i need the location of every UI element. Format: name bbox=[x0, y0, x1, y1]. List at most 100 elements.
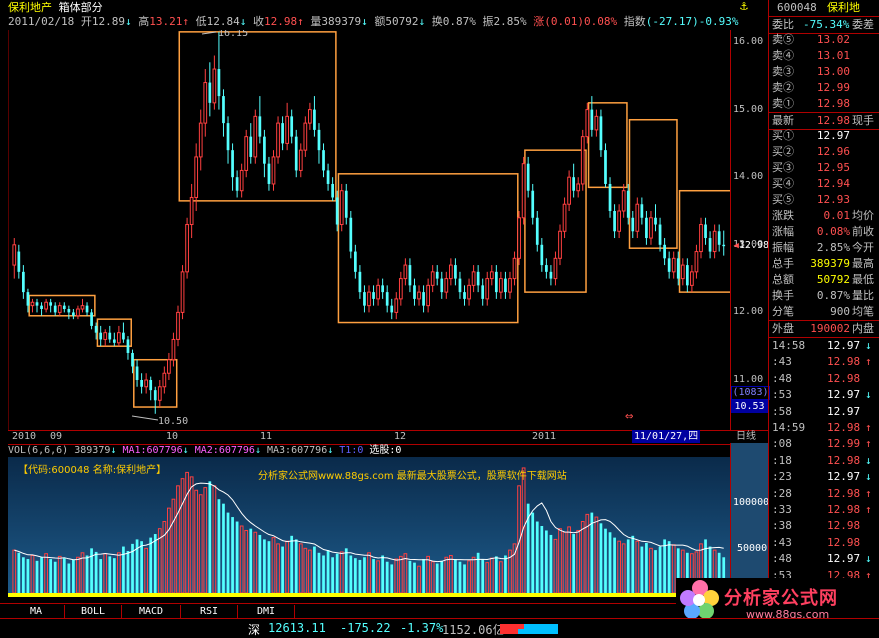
candle-body bbox=[699, 224, 703, 253]
stat-row-label: 换手 bbox=[772, 289, 794, 302]
volume-bar bbox=[22, 557, 25, 593]
ratio-value: -75.34% bbox=[803, 18, 850, 31]
candle-body bbox=[62, 305, 66, 310]
candle-body bbox=[676, 258, 680, 279]
stat-row-label: 涨跌 bbox=[772, 209, 794, 222]
candle-body bbox=[99, 332, 103, 340]
ask-row: 卖③ 13.00 bbox=[769, 64, 879, 80]
candle-body bbox=[303, 122, 308, 151]
candle-body bbox=[617, 210, 621, 232]
candle-body bbox=[239, 169, 244, 192]
price-tick: 12.00 bbox=[733, 306, 764, 318]
candle-body bbox=[171, 338, 176, 361]
period-label[interactable]: 日线 bbox=[736, 431, 756, 443]
candle-body bbox=[258, 116, 262, 137]
bid-row-label: 买⑤ bbox=[772, 193, 794, 206]
volume-chart[interactable]: 【代码:600048 名称:保利地产】 分析家公式网www.88gs.com 最… bbox=[8, 443, 730, 597]
candle-body bbox=[654, 217, 657, 225]
volume-bar bbox=[331, 557, 334, 593]
market-label[interactable]: 深 bbox=[248, 621, 260, 638]
price-tick: 15.00 bbox=[733, 103, 764, 115]
stat-row-label: 涨幅 bbox=[772, 225, 794, 238]
candle-body bbox=[317, 129, 321, 151]
candle-body bbox=[621, 190, 626, 212]
stat-row-value: 50792 bbox=[816, 273, 850, 286]
candle-body bbox=[526, 163, 530, 191]
volume-bar bbox=[549, 534, 553, 593]
stat-row: 涨幅 0.08% 前收 bbox=[769, 224, 879, 240]
chart-header: 保利地产 箱体部分 2011/02/18 开12.89↓ 高13.21↑ 低12… bbox=[8, 0, 738, 30]
panel-name: 保利地 bbox=[827, 1, 860, 14]
stat-row-value: 0.01 bbox=[823, 209, 851, 222]
tab-macd[interactable]: MACD bbox=[122, 605, 181, 618]
bid-row: 买① 12.97 bbox=[769, 128, 879, 144]
tick-row: :08 12.99 ↑ bbox=[769, 436, 879, 452]
volume-bar bbox=[372, 559, 375, 593]
scroll-arrows-icon[interactable]: ⇔ bbox=[625, 408, 633, 424]
candle-body bbox=[94, 325, 98, 333]
anchor-icon[interactable]: ⚓ bbox=[736, 0, 752, 14]
volume-bar bbox=[658, 546, 662, 593]
tick-time: :43 bbox=[772, 355, 792, 369]
candle-body bbox=[40, 305, 43, 310]
tab-rsi[interactable]: RSI bbox=[181, 605, 238, 618]
tick-time: :58 bbox=[772, 404, 792, 418]
change-value: (0.01) bbox=[544, 15, 584, 28]
stat-row-value: 0.87% bbox=[816, 289, 850, 302]
candle-body bbox=[440, 278, 444, 293]
change-pct: 0.08% bbox=[583, 15, 618, 28]
stat-row-label: 振幅 bbox=[772, 241, 794, 254]
amt-value: 50792 bbox=[385, 15, 419, 28]
volume-bar bbox=[604, 528, 607, 593]
tick-time: :48 bbox=[772, 371, 792, 385]
volume-bar bbox=[258, 534, 262, 593]
ask-row-value: 13.00 bbox=[816, 65, 850, 78]
tab-boll[interactable]: BOLL bbox=[65, 605, 122, 618]
badge-price: 10.53 bbox=[731, 400, 768, 413]
amt-arrow: ↓ bbox=[418, 15, 426, 28]
bid-row: 买④ 12.94 bbox=[769, 176, 879, 192]
tab-ma[interactable]: MA bbox=[8, 605, 65, 618]
candle-body bbox=[231, 150, 234, 178]
candle-body bbox=[376, 284, 380, 300]
candle-body bbox=[398, 278, 403, 300]
candle-body bbox=[281, 123, 284, 144]
site-overlay-text: 分析家公式网www.88gs.com 最新最大股票公式，股票软件下载网站 bbox=[258, 469, 567, 482]
volume-bar bbox=[349, 555, 353, 593]
volume-bar bbox=[40, 557, 43, 593]
high-value: 13.21 bbox=[149, 15, 183, 28]
candle-body bbox=[521, 163, 526, 219]
tab-dmi[interactable]: DMI bbox=[238, 605, 295, 618]
volume-bar bbox=[208, 481, 212, 593]
volume-bar bbox=[335, 553, 339, 593]
volume-bar bbox=[463, 564, 466, 593]
tick-row: :38 12.98 bbox=[769, 518, 879, 534]
candle-body bbox=[640, 204, 644, 218]
stat-row-extra: 均价 bbox=[852, 209, 874, 222]
candle-body bbox=[149, 380, 153, 391]
candle-body bbox=[444, 278, 449, 293]
candle-body bbox=[708, 238, 712, 252]
bid-row-label: 买③ bbox=[772, 161, 794, 174]
tick-time: :53 bbox=[772, 388, 792, 402]
volume-bar bbox=[53, 561, 57, 593]
candle-body bbox=[517, 217, 521, 259]
candlestick-chart[interactable]: 16.15 10.50 ⇔ bbox=[8, 30, 730, 430]
volume-bar bbox=[504, 555, 507, 593]
bid-row-value: 12.94 bbox=[816, 177, 850, 190]
quote-panel: 600048 保利地 委比 -75.34% 委差 卖⑤ 13.02 卖④ 13.01 卖… bbox=[768, 0, 879, 637]
candle-body bbox=[80, 305, 85, 310]
ask-row-value: 13.02 bbox=[816, 33, 850, 46]
candle-body bbox=[57, 305, 62, 313]
current-price-tag: ◀12.98 bbox=[731, 240, 769, 252]
candle-body bbox=[17, 251, 21, 272]
tick-arrow-icon: ↑ bbox=[865, 503, 872, 516]
volume-bar bbox=[390, 564, 394, 593]
tick-arrow-icon: ↓ bbox=[865, 470, 872, 484]
candle-body bbox=[549, 271, 553, 279]
ask-row: 卖② 12.99 bbox=[769, 80, 879, 96]
tick-price: 12.98 bbox=[827, 535, 861, 549]
volume-bar bbox=[663, 539, 666, 593]
low-annotation: 10.50 bbox=[158, 416, 188, 427]
candle-body bbox=[667, 258, 671, 272]
